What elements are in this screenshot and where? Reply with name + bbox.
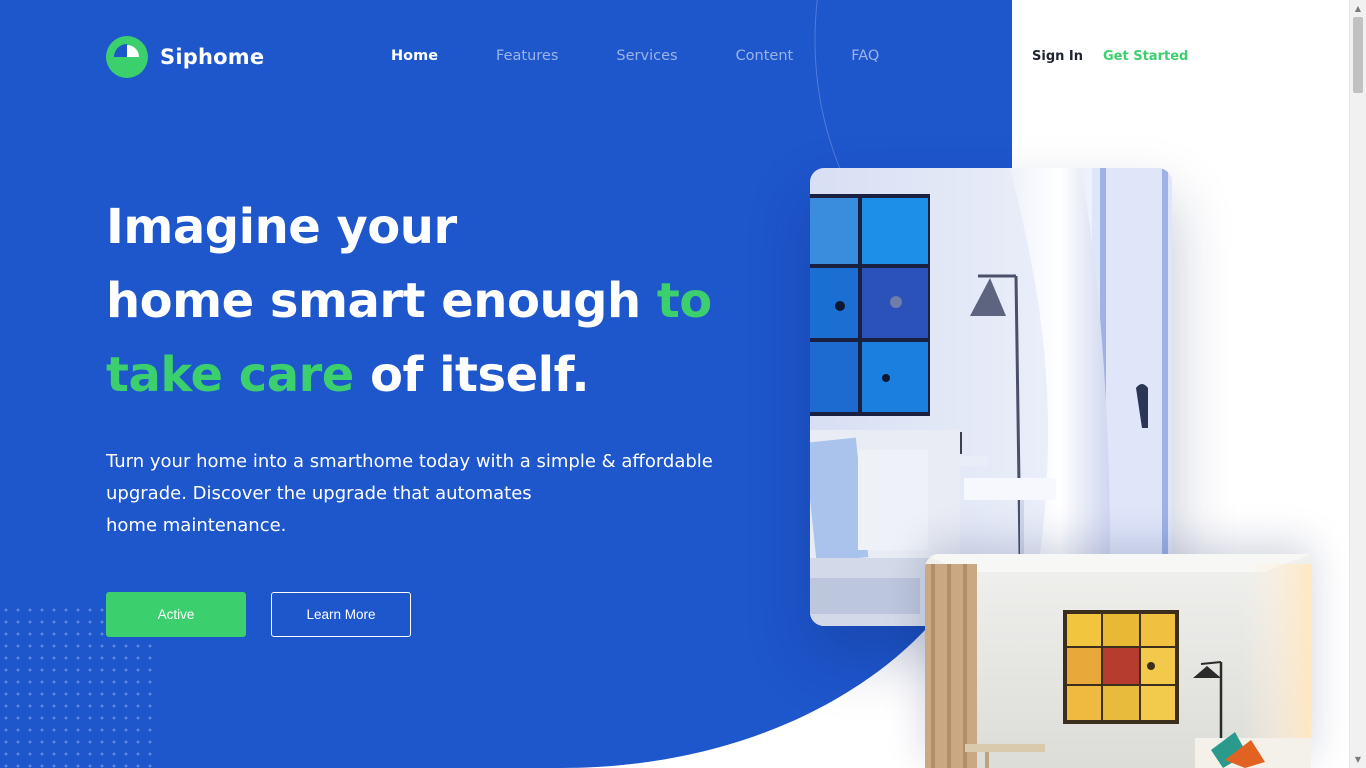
- living-room-yellow-panels-photo: [925, 554, 1311, 768]
- headline-accent-to: to: [656, 273, 712, 329]
- hero-subtitle: Turn your home into a smarthome today wi…: [106, 446, 786, 542]
- scroll-down-arrow-icon[interactable]: ▼: [1350, 751, 1366, 768]
- landing-page: Siphome Home Features Services Content F…: [0, 0, 1366, 768]
- half-circle-logo-icon: [106, 36, 148, 78]
- nav-home[interactable]: Home: [391, 48, 438, 64]
- nav-services[interactable]: Services: [616, 48, 677, 64]
- headline-line-1: Imagine your: [106, 199, 457, 255]
- subtitle-line-2: upgrade. Discover the upgrade that autom…: [106, 483, 532, 504]
- page-scrollbar[interactable]: ▲ ▼: [1349, 0, 1366, 768]
- scroll-thumb[interactable]: [1353, 17, 1363, 93]
- headline-accent-take-care: take care: [106, 347, 354, 403]
- headline-line-2: home smart enough: [106, 273, 657, 329]
- subtitle-line-3: home maintenance.: [106, 515, 287, 536]
- scroll-up-arrow-icon[interactable]: ▲: [1350, 0, 1366, 17]
- brand-logo[interactable]: Siphome: [106, 36, 264, 78]
- learn-more-button[interactable]: Learn More: [271, 592, 411, 637]
- get-started-link[interactable]: Get Started: [1103, 49, 1188, 64]
- active-button[interactable]: Active: [106, 592, 246, 637]
- brand-name: Siphome: [160, 45, 265, 69]
- nav-content[interactable]: Content: [736, 48, 794, 64]
- nav-faq[interactable]: FAQ: [851, 48, 879, 64]
- subtitle-line-1: Turn your home into a smarthome today wi…: [106, 451, 713, 472]
- hero-headline: Imagine your home smart enough to take c…: [106, 190, 712, 412]
- main-nav: Home Features Services Content FAQ: [391, 48, 937, 64]
- headline-line-3: of itself.: [353, 347, 590, 403]
- nav-features[interactable]: Features: [496, 48, 558, 64]
- sign-in-link[interactable]: Sign In: [1032, 49, 1083, 64]
